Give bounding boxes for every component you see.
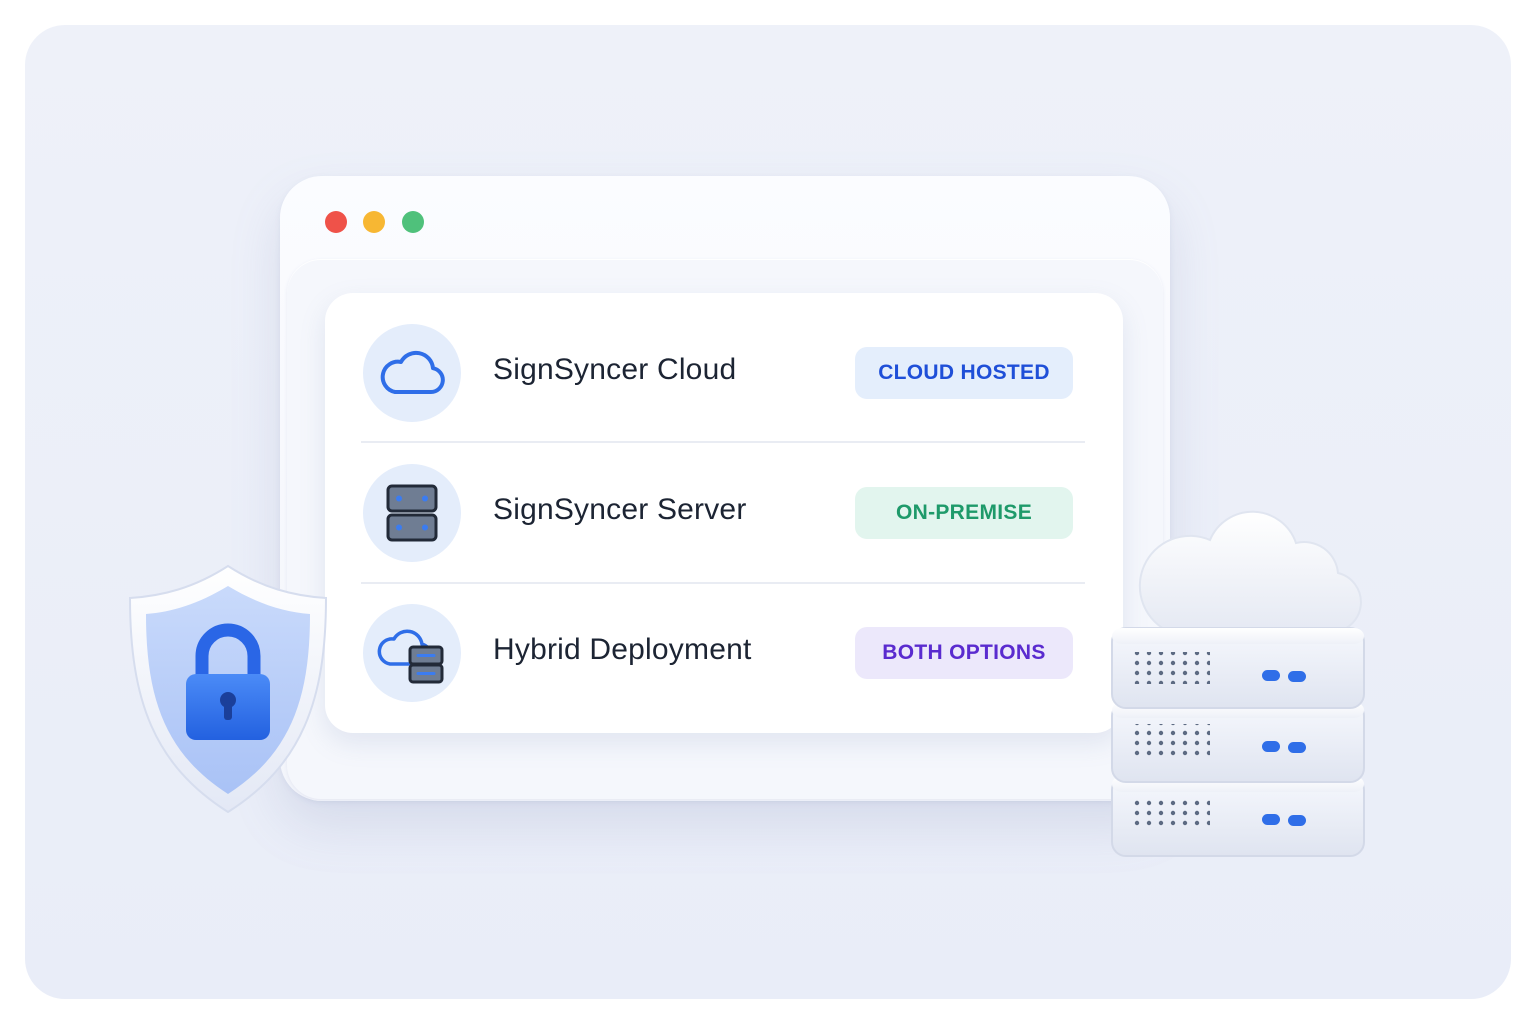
deployment-badge: CLOUD HOSTED <box>855 347 1073 399</box>
deployment-title: SignSyncer Cloud <box>493 353 737 386</box>
window-maximize-button[interactable] <box>402 211 424 233</box>
deployment-title: SignSyncer Server <box>493 493 747 526</box>
shield-lock-icon <box>122 560 334 820</box>
deployment-badge: ON-PREMISE <box>855 487 1073 539</box>
deployment-badge: BOTH OPTIONS <box>855 627 1073 679</box>
cloud-icon <box>363 324 461 422</box>
deployment-title: Hybrid Deployment <box>493 633 752 666</box>
server-icon <box>363 464 461 562</box>
row-divider <box>361 582 1085 584</box>
deployment-option-server[interactable]: SignSyncer Server ON-PREMISE <box>363 463 1085 563</box>
server-rack-cloud-icon <box>1098 500 1378 870</box>
window-close-button[interactable] <box>325 211 347 233</box>
deployment-option-cloud[interactable]: SignSyncer Cloud CLOUD HOSTED <box>363 323 1085 423</box>
row-divider <box>361 441 1085 443</box>
hybrid-cloud-server-icon <box>363 604 461 702</box>
window-minimize-button[interactable] <box>363 211 385 233</box>
deployment-option-hybrid[interactable]: Hybrid Deployment BOTH OPTIONS <box>363 603 1085 703</box>
